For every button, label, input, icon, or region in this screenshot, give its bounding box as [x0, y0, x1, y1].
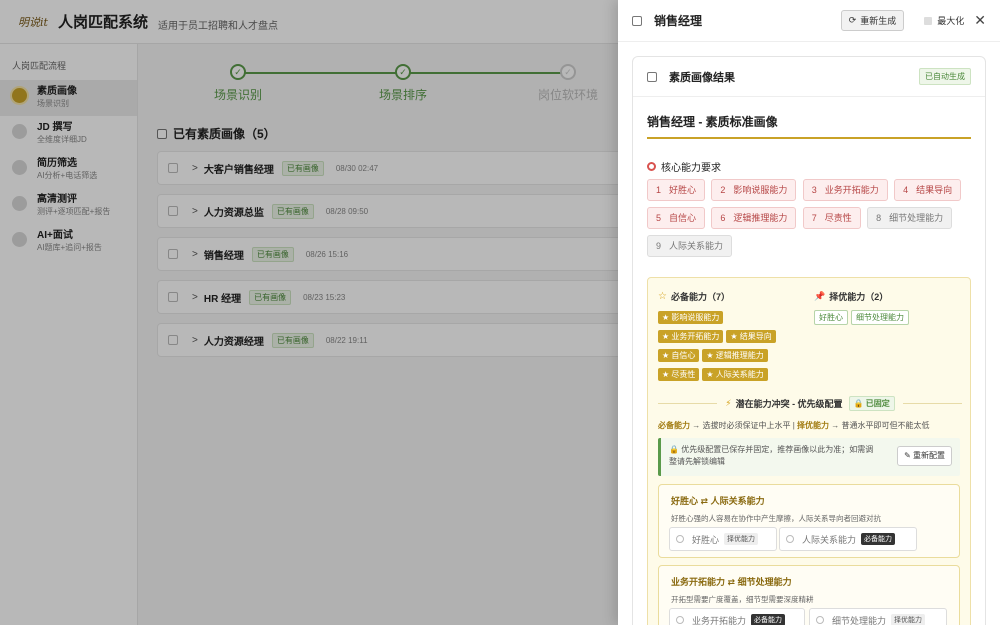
ability-chip[interactable]: 2 影响说服能力 [711, 179, 797, 201]
preferred-list: 好胜心 细节处理能力 [814, 309, 964, 329]
priority-rule: 必备能力 → 选拔时必须保证中上水平 | 择优能力 → 普通水平即可但不能太低 [658, 421, 930, 430]
locked-note: 🔒 优先级配置已保存并固定，推荐画像以此为准；如需调整请先解锁编辑 ✎ 重新配置 [658, 438, 960, 476]
conflict-pair: 好胜心 ⇄ 人际关系能力 好胜心强的人容易在协作中产生摩擦，人际关系导向者回避对… [658, 484, 960, 558]
preferred-chip: 细节处理能力 [851, 310, 909, 325]
core-ability-list: 1 好胜心 2 影响说服能力 3 业务开拓能力 4 结果导向 5 自信心 6 逻辑推理能力 … [647, 179, 977, 263]
required-chip: ★ 业务开拓能力 [658, 330, 724, 343]
option-badge: 择优能力 [724, 533, 759, 545]
option-badge: 必备能力 [751, 614, 786, 625]
pair-title: 好胜心 ⇄ 人际关系能力 [671, 496, 765, 506]
pencil-icon: ✎ [904, 451, 911, 460]
conflict-title: 潜在能力冲突 - 优先级配置 [735, 399, 843, 409]
option-badge: 必备能力 [861, 533, 896, 545]
required-chip: ★ 影响说服能力 [658, 311, 724, 324]
drawer-header: 销售经理 ⟳ 重新生成 最大化 ✕ [618, 0, 1000, 42]
required-heading: ☆ 必备能力（7） [658, 291, 730, 302]
document-icon [647, 71, 657, 82]
detail-drawer: 销售经理 ⟳ 重新生成 最大化 ✕ 素质画像结果 已自动生成 销售经理 - 素质标… [618, 0, 1000, 625]
ability-chip[interactable]: 9 人际关系能力 [647, 235, 733, 257]
radio-icon[interactable] [676, 535, 684, 543]
lock-icon: 🔒 [669, 445, 679, 454]
radio-icon[interactable] [786, 535, 794, 543]
ability-chip[interactable]: 6 逻辑推理能力 [711, 207, 797, 229]
ability-chip[interactable]: 8 细节处理能力 [867, 207, 953, 229]
radio-icon[interactable] [676, 616, 684, 624]
core-ability-title: 核心能力要求 [661, 163, 721, 174]
status-badge: 已自动生成 [919, 68, 971, 85]
note-text: 🔒 优先级配置已保存并固定，推荐画像以此为准；如需调整请先解锁编辑 [669, 445, 874, 466]
pair-description: 好胜心强的人容易在协作中产生摩擦，人际关系导向者回避对抗 [671, 514, 881, 523]
lock-icon: 🔒 [853, 399, 864, 408]
pin-icon: 📌 [814, 291, 826, 301]
regenerate-button[interactable]: ⟳ 重新生成 [840, 10, 905, 31]
preferred-column: 📌 择优能力（2） 好胜心 细节处理能力 [814, 290, 964, 329]
refresh-icon: ⟳ [848, 15, 857, 25]
maximize-button[interactable]: 最大化 [924, 14, 964, 27]
drawer-title: 销售经理 [654, 14, 703, 28]
radio-icon[interactable] [816, 616, 824, 624]
reconfigure-button[interactable]: ✎ 重新配置 [897, 446, 952, 466]
ability-chip[interactable]: 5 自信心 [647, 207, 706, 229]
required-chip: ★ 逻辑推理能力 [702, 349, 768, 362]
fixed-badge: 🔒 已固定 [848, 396, 895, 411]
regenerate-label: 重新生成 [860, 16, 897, 26]
core-ability-heading: 核心能力要求 [647, 159, 721, 174]
ability-chip[interactable]: 3 业务开拓能力 [802, 179, 888, 201]
required-list: ★ 影响说服能力 ★ 业务开拓能力 ★ 结果导向 ★ 自信心 ★ 逻辑推理能力 ★ … [658, 309, 808, 385]
required-chip: ★ 尽责性 [658, 368, 700, 381]
ability-chip[interactable]: 1 好胜心 [647, 179, 706, 201]
ability-chip[interactable]: 4 结果导向 [894, 179, 962, 201]
divider [658, 403, 718, 404]
card-title: 素质画像结果 [669, 71, 735, 84]
pair-description: 开拓型需要广度覆盖，细节型需要深度精耕 [671, 595, 814, 604]
option-badge: 择优能力 [891, 614, 926, 625]
modal-overlay[interactable] [0, 0, 618, 625]
portrait-title: 销售经理 - 素质标准画像 [647, 115, 778, 129]
required-chip: ★ 结果导向 [726, 330, 776, 343]
maximize-label: 最大化 [937, 16, 965, 26]
card-header: 素质画像结果 已自动生成 [633, 57, 985, 97]
ability-chip[interactable]: 7 尽责性 [802, 207, 861, 229]
priority-option[interactable]: 细节处理能力 择优能力 [809, 608, 947, 625]
required-chip: ★ 人际关系能力 [702, 368, 768, 381]
maximize-icon [924, 16, 933, 25]
priority-option[interactable]: 人际关系能力 必备能力 [779, 527, 917, 551]
divider [902, 403, 962, 404]
preferred-chip: 好胜心 [814, 310, 848, 325]
pair-title: 业务开拓能力 ⇄ 细节处理能力 [671, 577, 792, 587]
required-column: ☆ 必备能力（7） ★ 影响说服能力 ★ 业务开拓能力 ★ 结果导向 ★ 自信心 ★ … [658, 290, 808, 385]
target-icon [647, 162, 656, 171]
star-icon: ☆ [658, 291, 667, 302]
priority-panel: ☆ 必备能力（7） ★ 影响说服能力 ★ 业务开拓能力 ★ 结果导向 ★ 自信心 ★ … [647, 277, 971, 625]
result-card: 素质画像结果 已自动生成 销售经理 - 素质标准画像 核心能力要求 1 好胜心 2… [632, 56, 986, 625]
conflict-heading: ⚡ 潜在能力冲突 - 优先级配置 🔒 已固定 [658, 396, 962, 411]
lightning-icon: ⚡ [725, 398, 732, 408]
preferred-heading: 📌 择优能力（2） [814, 291, 889, 302]
close-icon[interactable]: ✕ [974, 12, 986, 29]
conflict-pair: 业务开拓能力 ⇄ 细节处理能力 开拓型需要广度覆盖，细节型需要深度精耕 业务开拓… [658, 565, 960, 625]
divider [647, 137, 971, 139]
document-icon [632, 15, 642, 26]
priority-option[interactable]: 好胜心 择优能力 [669, 527, 777, 551]
required-chip: ★ 自信心 [658, 349, 700, 362]
priority-option[interactable]: 业务开拓能力 必备能力 [669, 608, 805, 625]
